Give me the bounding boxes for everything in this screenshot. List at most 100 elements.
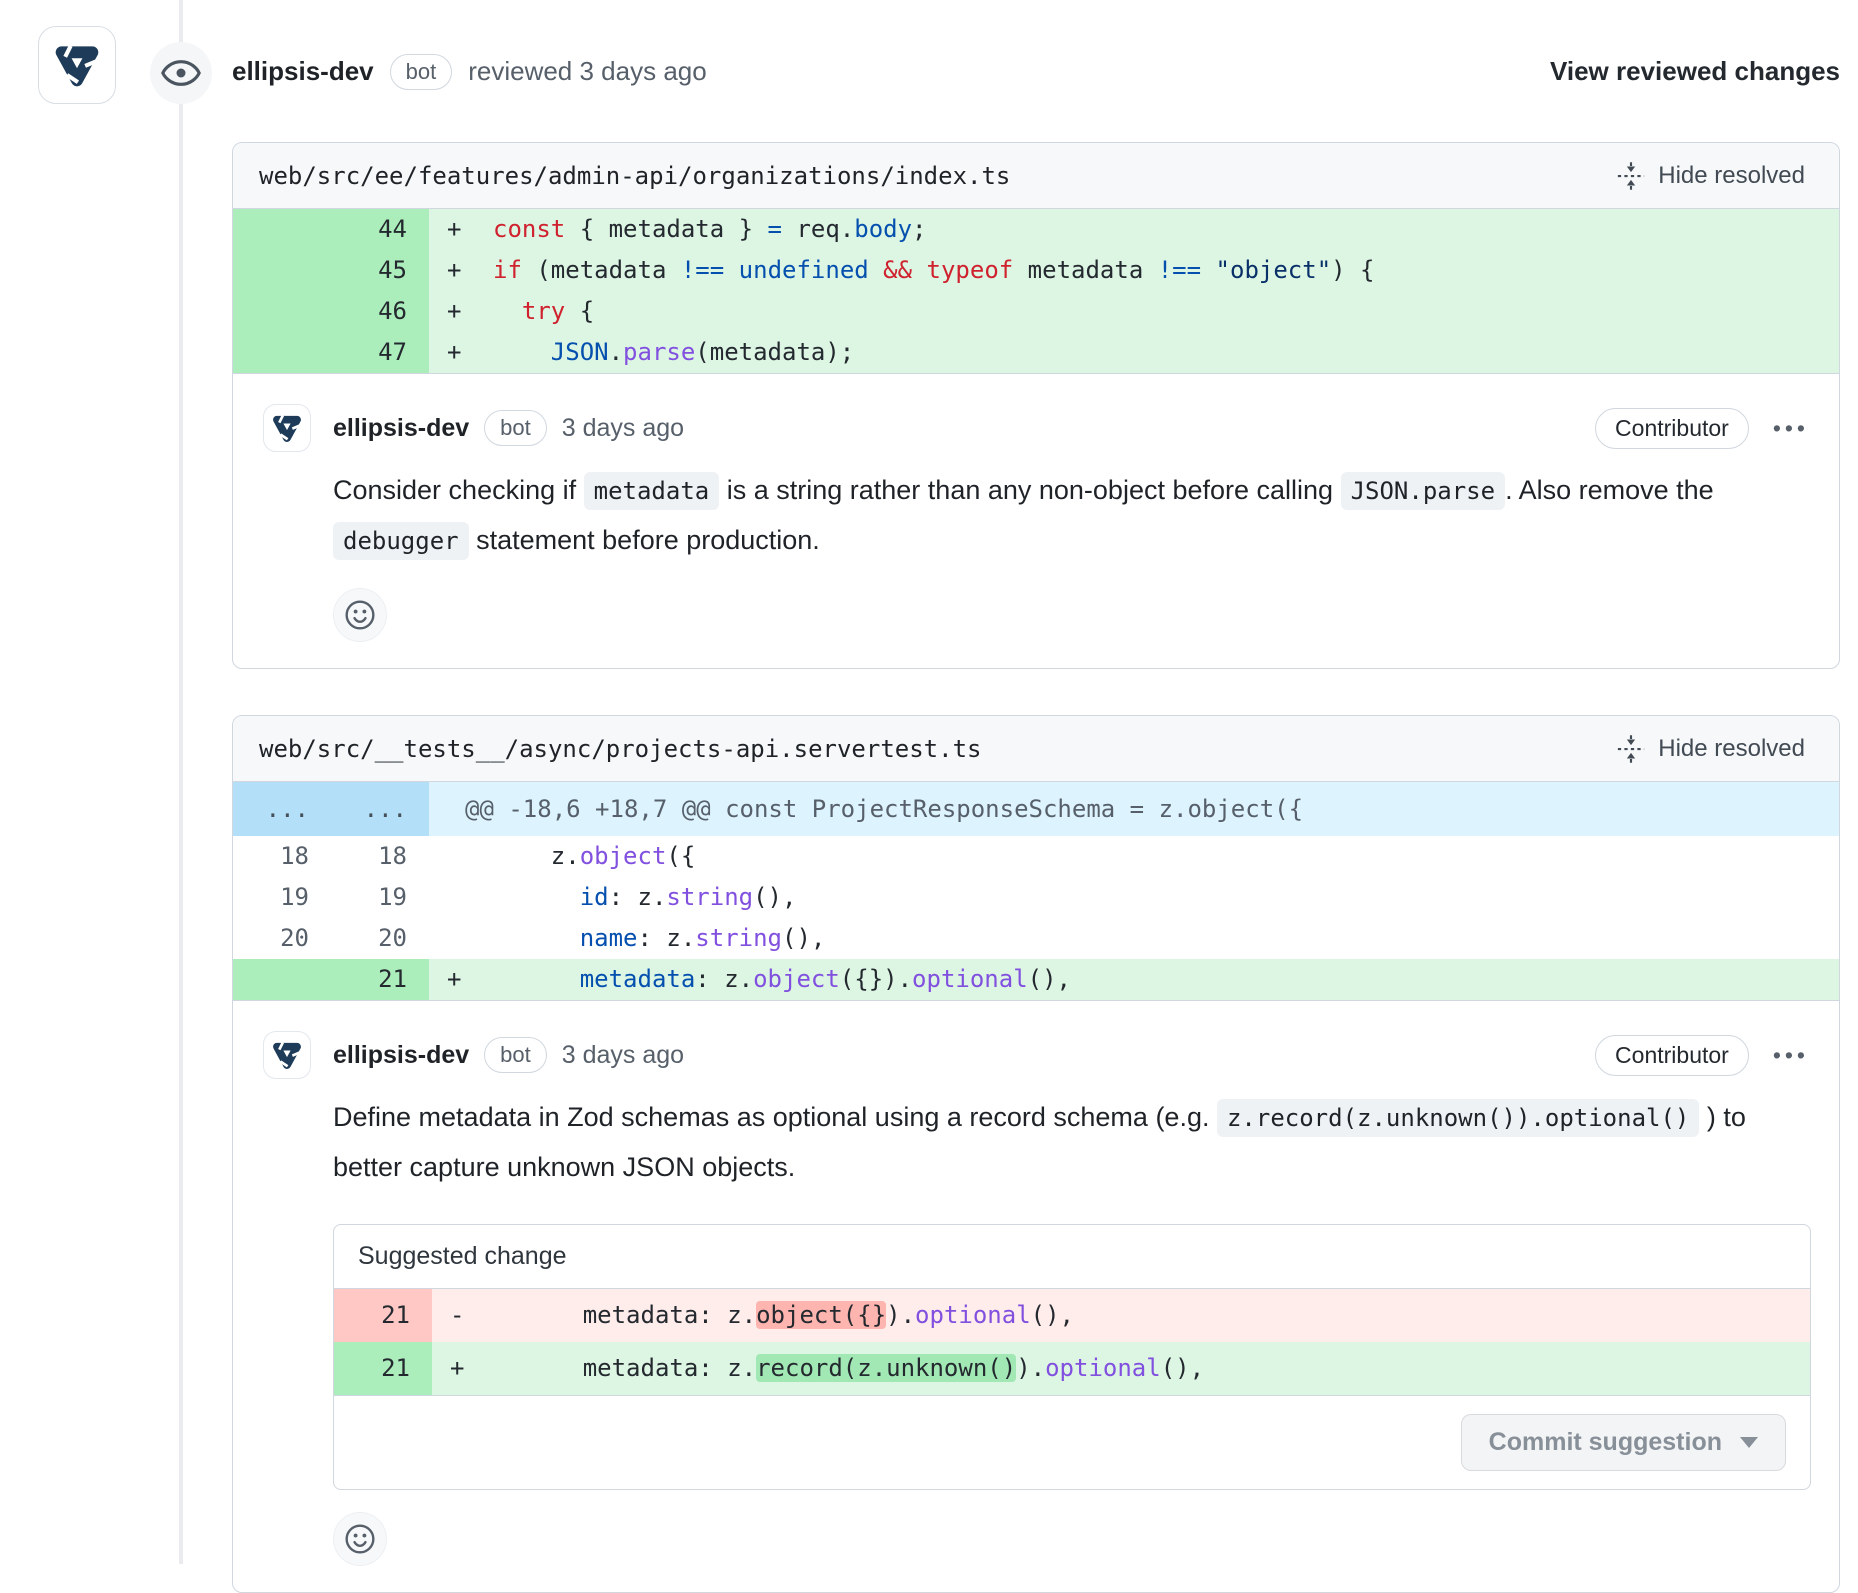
line-number-old[interactable]: 19 — [233, 877, 331, 918]
diff-table: ......@@ -18,6 +18,7 @@ const ProjectRes… — [233, 782, 1839, 1001]
review-avatar[interactable] — [38, 26, 116, 104]
file-path-link[interactable]: web/src/ee/features/admin-api/organizati… — [259, 162, 1010, 190]
diff-sign: + — [429, 959, 493, 1000]
eye-icon — [161, 58, 201, 88]
kebab-menu-button[interactable]: ••• — [1771, 1040, 1811, 1071]
review-threads: web/src/ee/features/admin-api/organizati… — [232, 142, 1840, 1593]
code-token: typeof — [927, 256, 1014, 284]
code-token — [493, 924, 580, 952]
kebab-menu-button[interactable]: ••• — [1771, 413, 1811, 444]
view-reviewed-changes-link[interactable]: View reviewed changes — [1550, 56, 1840, 87]
code-token: ). — [886, 1301, 915, 1329]
review-comment: ellipsis-dev bot 3 days ago Contributor … — [233, 374, 1839, 668]
comment-avatar[interactable] — [263, 1031, 311, 1079]
code-token: record(z.unknown() — [756, 1354, 1016, 1382]
line-number[interactable]: 21 — [334, 1342, 432, 1395]
code-token: ) { — [1331, 256, 1374, 284]
smiley-icon — [344, 599, 376, 631]
hide-resolved-button[interactable]: Hide resolved — [1608, 728, 1813, 770]
hide-resolved-label: Hide resolved — [1658, 735, 1805, 763]
commit-suggestion-button[interactable]: Commit suggestion — [1461, 1414, 1786, 1471]
add-reaction-button[interactable] — [333, 1512, 387, 1566]
file-path-link[interactable]: web/src/__tests__/async/projects-api.ser… — [259, 735, 981, 763]
code-token: (metadata — [522, 256, 681, 284]
code-token: optional — [912, 965, 1028, 993]
code-token: (), — [1028, 965, 1071, 993]
comment-header: ellipsis-dev bot 3 days ago Contributor … — [263, 1031, 1811, 1079]
review-username-link[interactable]: ellipsis-dev — [232, 56, 374, 87]
suggestion-line: 21- metadata: z.object({}).optional(), — [334, 1289, 1810, 1342]
inline-code: metadata — [584, 472, 720, 510]
comment-header: ellipsis-dev bot 3 days ago Contributor … — [263, 404, 1811, 452]
hide-resolved-label: Hide resolved — [1658, 162, 1805, 190]
suggested-change-title: Suggested change — [334, 1225, 1810, 1289]
commit-suggestion-label: Commit suggestion — [1489, 1428, 1722, 1457]
line-number-old[interactable] — [233, 250, 331, 291]
code-token — [493, 338, 551, 366]
line-number-new[interactable]: 45 — [331, 250, 429, 291]
diff-line: 1818 z.object({ — [233, 836, 1839, 877]
code-token: metadata: z. — [496, 1301, 756, 1329]
code-token: . — [609, 338, 623, 366]
ellipsis-logo-icon — [48, 36, 106, 94]
line-number-old[interactable] — [233, 209, 331, 250]
diff-line-code: +const { metadata } = req.body; — [429, 209, 1839, 250]
line-number-old[interactable]: ... — [233, 782, 331, 836]
line-number-old[interactable] — [233, 291, 331, 332]
file-header: web/src/ee/features/admin-api/organizati… — [233, 143, 1839, 209]
code-token: ; — [912, 215, 926, 243]
code-token: optional — [915, 1301, 1031, 1329]
code-token: ({}). — [840, 965, 912, 993]
diff-line-code: name: z.string(), — [429, 918, 1839, 959]
line-number-new[interactable]: 20 — [331, 918, 429, 959]
code-token — [493, 965, 580, 993]
thread-card-1: web/src/ee/features/admin-api/organizati… — [232, 142, 1840, 669]
line-number[interactable]: 21 — [334, 1289, 432, 1342]
line-number-old[interactable]: 20 — [233, 918, 331, 959]
diff-sign: + — [429, 291, 493, 332]
bot-badge: bot — [484, 1037, 547, 1073]
fold-icon — [1616, 734, 1646, 764]
line-number-old[interactable]: 18 — [233, 836, 331, 877]
bot-badge: bot — [390, 54, 453, 90]
diff-table: 44+const { metadata } = req.body;45+if (… — [233, 209, 1839, 374]
review-comment: ellipsis-dev bot 3 days ago Contributor … — [233, 1001, 1839, 1592]
comment-timestamp-link[interactable]: 3 days ago — [562, 1041, 684, 1070]
diff-sign: + — [429, 250, 493, 291]
code-token: id — [580, 883, 609, 911]
diff-line: 1919 id: z.string(), — [233, 877, 1839, 918]
code-token: ({ — [666, 842, 695, 870]
suggestion-footer: Commit suggestion — [334, 1395, 1810, 1489]
code-token: = — [768, 215, 782, 243]
line-number-new[interactable]: 47 — [331, 332, 429, 373]
code-token: name — [580, 924, 638, 952]
code-token: const — [493, 215, 565, 243]
hide-resolved-button[interactable]: Hide resolved — [1608, 155, 1813, 197]
line-number-new[interactable]: 21 — [331, 959, 429, 1000]
comment-timestamp-link[interactable]: 3 days ago — [562, 414, 684, 443]
line-number-new[interactable]: 44 — [331, 209, 429, 250]
line-number-new[interactable]: 46 — [331, 291, 429, 332]
line-number-old[interactable] — [233, 332, 331, 373]
comment-username-link[interactable]: ellipsis-dev — [333, 1041, 469, 1070]
code-token: metadata — [580, 965, 696, 993]
line-number-old[interactable] — [233, 959, 331, 1000]
line-number-new[interactable]: ... — [331, 782, 429, 836]
code-token: object — [580, 842, 667, 870]
contributor-badge: Contributor — [1595, 1035, 1749, 1076]
diff-line: 45+if (metadata !== undefined && typeof … — [233, 250, 1839, 291]
code-token: : z. — [638, 924, 696, 952]
code-token: req. — [782, 215, 854, 243]
diff-sign: - — [432, 1289, 496, 1342]
line-number-new[interactable]: 19 — [331, 877, 429, 918]
add-reaction-button[interactable] — [333, 588, 387, 642]
comment-avatar[interactable] — [263, 404, 311, 452]
ellipsis-logo-icon — [268, 409, 306, 447]
diff-line-code: @@ -18,6 +18,7 @@ const ProjectResponseS… — [429, 782, 1839, 836]
line-number-new[interactable]: 18 — [331, 836, 429, 877]
review-action-text[interactable]: reviewed 3 days ago — [468, 56, 706, 87]
code-token — [912, 256, 926, 284]
code-token — [869, 256, 883, 284]
comment-username-link[interactable]: ellipsis-dev — [333, 414, 469, 443]
diff-line-code: + try { — [429, 291, 1839, 332]
